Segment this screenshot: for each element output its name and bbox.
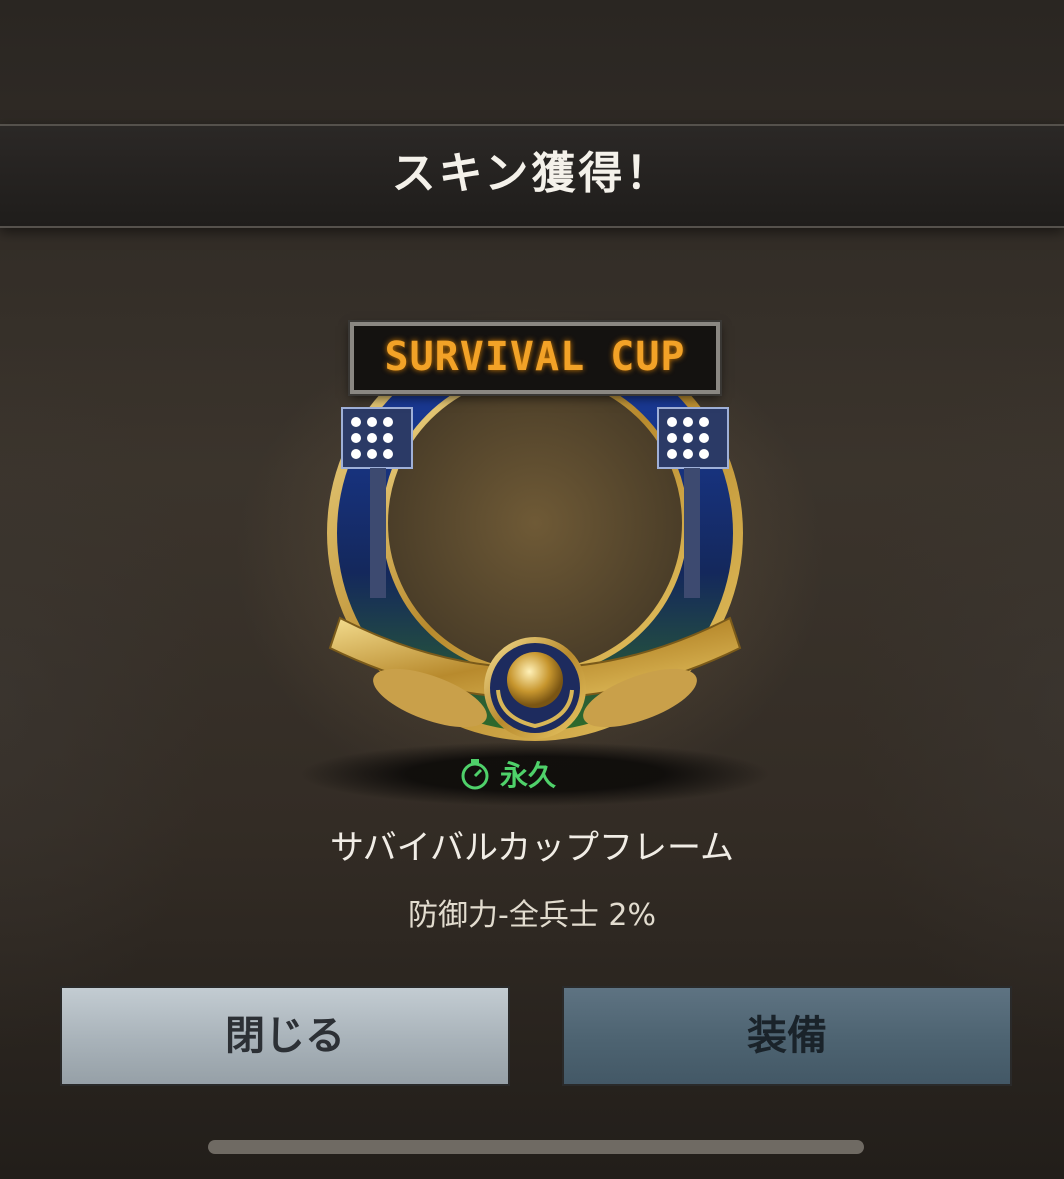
close-button[interactable]: 閉じる bbox=[60, 986, 510, 1086]
skin-name: サバイバルカップフレーム bbox=[330, 828, 734, 868]
skin-effect: 防御力-全兵士 2% bbox=[408, 898, 656, 933]
dialog-title: スキン獲得！ bbox=[391, 148, 673, 199]
duration-row: 永久 bbox=[458, 752, 556, 796]
timer-icon bbox=[461, 759, 489, 790]
soccer-ball-icon bbox=[507, 652, 563, 708]
equip-button[interactable]: 装備 bbox=[562, 986, 1012, 1086]
survival-cup-marquee: SURVIVAL CUP bbox=[350, 322, 720, 394]
home-indicator[interactable] bbox=[208, 1140, 864, 1154]
duration-text: 永久 bbox=[500, 759, 557, 792]
